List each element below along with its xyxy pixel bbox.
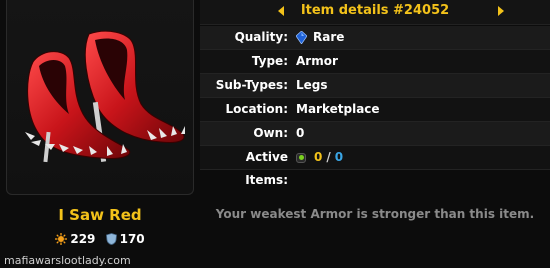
location-value: Marketplace xyxy=(296,102,380,116)
type-label: Type: xyxy=(251,54,288,68)
item-stats: 229 170 xyxy=(0,232,200,248)
red-heels-image xyxy=(25,30,185,163)
type-value: Armor xyxy=(296,54,338,68)
active-items-row: Active Items: 0 / 0 xyxy=(200,146,550,187)
quality-text: Rare xyxy=(313,30,345,44)
active-owned-count: 0 xyxy=(314,150,323,164)
shield-icon xyxy=(105,233,117,245)
watermark-credit: mafiawarslootlady.com xyxy=(4,254,131,267)
subtypes-row: Sub-Types: Legs xyxy=(200,74,550,98)
quality-value: Rare xyxy=(296,26,344,49)
item-details-table: Quality: Rare Type: Armor Sub-Types: Leg… xyxy=(200,26,550,187)
next-item-arrow-icon[interactable] xyxy=(498,6,504,16)
item-name: I Saw Red xyxy=(58,206,142,224)
item-image-card xyxy=(6,0,194,195)
own-label: Own: xyxy=(253,126,288,140)
quality-label: Quality: xyxy=(234,30,288,44)
attack-value: 229 xyxy=(70,232,96,246)
subtypes-label: Sub-Types: xyxy=(215,78,288,92)
comparison-note: Your weakest Armor is stronger than this… xyxy=(215,207,535,221)
active-count: 0 xyxy=(334,150,344,164)
attack-stat: 229 xyxy=(55,232,95,246)
item-details-header: Item details #24052 xyxy=(200,0,550,25)
quality-row: Quality: Rare xyxy=(200,26,550,50)
active-separator: / xyxy=(326,150,331,164)
active-items-label: Active Items: xyxy=(245,150,288,187)
location-row: Location: Marketplace xyxy=(200,98,550,122)
own-value: 0 xyxy=(296,126,305,140)
active-status-icon xyxy=(296,152,306,163)
type-row: Type: Armor xyxy=(200,50,550,74)
rare-gem-icon xyxy=(296,31,307,44)
defense-stat: 170 xyxy=(105,232,145,246)
defense-value: 170 xyxy=(119,232,145,246)
active-items-value: 0 / 0 xyxy=(296,146,343,169)
location-label: Location: xyxy=(225,102,288,116)
own-row: Own: 0 xyxy=(200,122,550,146)
subtypes-value: Legs xyxy=(296,78,328,92)
attack-icon xyxy=(55,233,68,245)
